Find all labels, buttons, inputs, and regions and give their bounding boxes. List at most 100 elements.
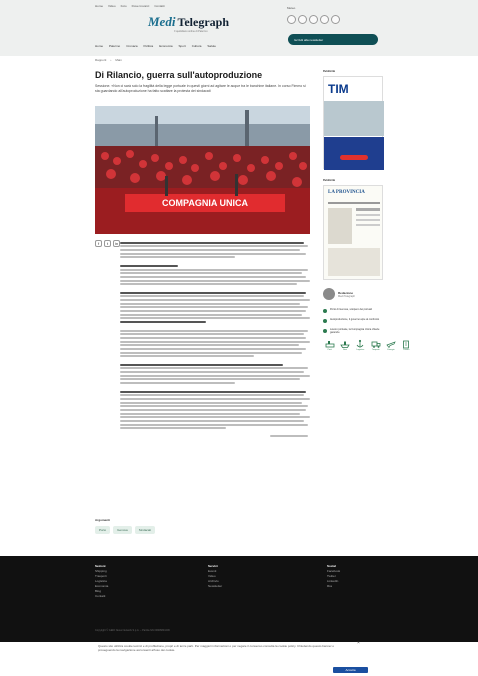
ship-icon [340,341,350,349]
accept-cookies-button[interactable]: Accetta [333,667,368,673]
weather-icon [309,15,318,24]
footer-column: Social Facebook Twitter LinkedIn Rss [327,564,340,589]
article-subtitle: Sessione. «Non ci sarà solo la fragilità… [95,84,306,93]
article-body [120,240,312,439]
bullet-icon [323,309,327,313]
avatar [323,288,335,300]
bullet-icon [323,319,327,323]
linkedin-share-icon[interactable]: in [113,240,120,247]
logo-mark: Medi [148,14,176,29]
newspaper-title: LA PROVINCIA [328,190,365,195]
page: Home Video Foto Dove trovarci Contatti M… [0,0,478,676]
weather-icon [331,15,340,24]
top-link[interactable]: Video [108,4,116,8]
building-icon [403,341,410,349]
nav-item[interactable]: Economia [159,44,172,48]
breadcrumb-item[interactable]: Rapporti [95,58,106,62]
ad-cta-button[interactable] [340,155,368,160]
category-item[interactable]: Trasporti [369,339,382,351]
footer-link[interactable]: Contatti [95,594,108,599]
article-title: Di Rilancio, guerra sull'autoproduzione [95,70,263,80]
related-item[interactable]: Autoproduzione, il governo apre al confr… [323,318,383,323]
tag[interactable]: Genova [113,526,132,534]
category-item[interactable]: Porti [323,339,336,351]
footer-column: Sezioni Shipping Trasporti Logistica Eco… [95,564,108,599]
tag-list: Porto Genova Sindacati [95,526,156,534]
related-item[interactable]: Porto di Genova, sciopero dei portuali [323,308,383,313]
nav-item[interactable]: Salute [207,44,216,48]
site-logo[interactable]: Medi Telegraph Il quotidiano online di P… [148,14,229,33]
category-item[interactable]: Logistica [354,339,367,351]
hero-image: COMPAGNIA UNICA [95,106,310,234]
top-links: Home Video Foto Dove trovarci Contatti [95,4,165,8]
category-item[interactable]: Lavoro [400,339,413,351]
truck-icon [371,342,381,349]
nav-item[interactable]: Palermo [109,44,120,48]
main-nav: Home Palermo Cronaca Politica Economia S… [95,44,216,48]
ad-heading: Pubblicità [323,179,335,182]
related-link[interactable]: Porto di Genova, sciopero dei portuali [330,308,372,313]
hero-photo [95,106,310,234]
related-link[interactable]: Autoproduzione, il governo apre al confr… [330,318,379,323]
nav-item[interactable]: Cronaca [126,44,137,48]
cookie-banner: Questo sito utilizza cookie tecnici e di… [95,641,385,676]
nav-item[interactable]: Cultura [192,44,202,48]
anchor-icon [356,340,364,348]
sidebar: Pubblicità TIM Pubblicità LA PROVINCIA R… [323,70,409,351]
footer-link[interactable]: Newsletter [208,584,222,589]
paragraph [120,264,312,286]
top-link[interactable]: Dove trovarci [132,4,150,8]
site-footer: Sezioni Shipping Trasporti Logistica Eco… [0,556,478,642]
site-header: Home Video Foto Dove trovarci Contatti M… [0,0,478,56]
paragraph [120,329,312,358]
weather-widget: Meteo [287,6,340,24]
nav-item[interactable]: Politica [144,44,154,48]
port-icon [325,341,335,348]
top-link[interactable]: Foto [121,4,127,8]
author-role: Medi Telegraph [338,294,356,298]
newsletter-button[interactable]: Iscriviti alla newsletter [288,34,378,45]
weather-icon [320,15,329,24]
tag[interactable]: Sindacati [134,526,156,534]
related-link[interactable]: Lavoro portuale, la Compagnia Unica chie… [330,328,383,334]
logo-tagline: Il quotidiano online di Palermo [174,30,208,33]
nav-item[interactable]: Home [95,44,103,48]
tim-advertisement[interactable]: TIM [323,76,384,170]
tags-heading: Argomenti [95,518,110,522]
weather-icons [287,15,340,24]
paragraph [120,363,312,385]
footer-column: Servizi Eventi Video Archivio Newsletter [208,564,222,589]
top-link[interactable]: Contatti [154,4,164,8]
footer-link[interactable]: Rss [327,584,340,589]
tag[interactable]: Porto [95,526,111,534]
ad-brand: TIM [328,82,349,96]
ad-heading: Pubblicità [323,70,335,73]
nav-item[interactable]: Sport [179,44,186,48]
weather-icon [287,15,296,24]
twitter-share-icon[interactable]: t [104,240,111,247]
breadcrumb-item[interactable]: Main [115,58,122,62]
top-link[interactable]: Home [95,4,103,8]
author-box[interactable]: Redazione Medi Telegraph [323,288,383,300]
newspaper-advertisement[interactable]: LA PROVINCIA [323,185,383,280]
ad-image [324,101,384,136]
share-buttons: f t in [95,240,120,247]
category-item[interactable]: Energia [384,339,397,351]
facebook-share-icon[interactable]: f [95,240,102,247]
category-icons: Porti Navi Logistica Trasporti Energia L… [323,339,413,351]
bullet-icon [323,329,327,333]
weather-icon [298,15,307,24]
category-item[interactable]: Navi [338,339,351,351]
close-icon[interactable]: × [357,641,360,646]
weather-label: Meteo [287,6,296,10]
cookie-text: Questo sito utilizza cookie tecnici e di… [98,644,335,652]
breadcrumb-separator: › [110,58,112,62]
related-item[interactable]: Lavoro portuale, la Compagnia Unica chie… [323,328,383,334]
ad-panel [324,137,384,170]
author-name: Redazione [338,290,354,295]
copyright: Copyright © GEDI News Network S.p.A. – P… [95,629,170,632]
paragraph [120,241,312,259]
paragraph [120,390,312,430]
hero-banner-text: COMPAGNIA UNICA [162,198,248,208]
paragraph [120,291,312,324]
